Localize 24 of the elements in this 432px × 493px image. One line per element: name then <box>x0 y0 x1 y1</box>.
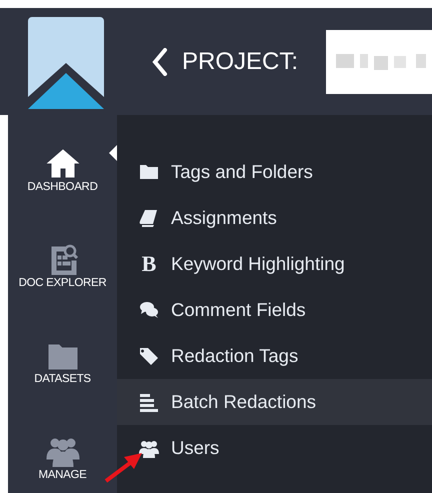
speech-bubbles-icon <box>139 300 159 320</box>
menu-item[interactable]: B Keyword Highlighting <box>117 241 432 287</box>
menu-item[interactable]: Redaction Tags <box>117 333 432 379</box>
folder-icon <box>139 162 159 182</box>
bold-letter-icon: B <box>139 253 159 275</box>
menu-item[interactable]: Batch Redactions <box>117 379 432 425</box>
sidebar-item[interactable]: MANAGE <box>8 421 117 481</box>
menu-item[interactable]: Assignments <box>117 195 432 241</box>
pointer-icon <box>109 145 117 161</box>
sidebar-item[interactable]: DATASETS <box>8 325 117 385</box>
sidebar-item[interactable]: DOC EXPLORER <box>8 229 117 289</box>
sidebar-item[interactable]: DASHBOARD <box>8 133 117 193</box>
menu-item[interactable]: Comment Fields <box>117 287 432 333</box>
lines-icon <box>139 392 159 412</box>
tag-icon <box>139 346 159 366</box>
house-icon <box>44 147 80 179</box>
logo-icon <box>28 16 104 108</box>
menu-item[interactable]: Users <box>117 425 432 471</box>
menu-item[interactable]: Tags and Folders <box>117 149 432 195</box>
pointer-arrow-drawing <box>104 451 144 483</box>
book-icon <box>139 208 159 228</box>
project-title: PROJECT: <box>182 48 298 76</box>
people-icon <box>139 438 159 458</box>
back-chevron-icon[interactable] <box>152 48 168 76</box>
